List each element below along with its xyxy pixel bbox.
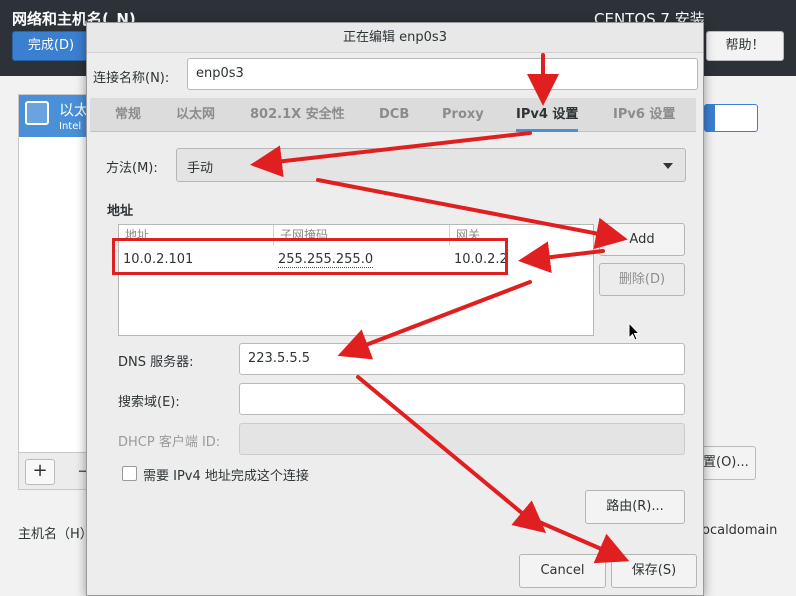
method-label: 方法(M): [106, 161, 158, 176]
save-button[interactable]: 保存(S) [611, 554, 697, 588]
chevron-down-icon [663, 163, 673, 169]
toggle-on-indicator [705, 105, 715, 131]
hostname-label: 主机名（H） [18, 527, 93, 542]
cancel-button[interactable]: Cancel [519, 554, 606, 588]
device-label: 以太 [59, 101, 90, 119]
delete-address-button[interactable]: 删除(D) [599, 263, 685, 296]
gateway-cell[interactable]: 10.0.2.2 [454, 252, 508, 267]
settings-tabs: 常规 以太网 802.1X 安全性 DCB Proxy IPv4 设置 IPv6… [90, 98, 696, 132]
add-device-button[interactable]: + [25, 459, 55, 485]
column-header-netmask[interactable]: 子网掩码 [274, 225, 450, 245]
dns-servers-input[interactable]: 223.5.5.5 [239, 343, 685, 375]
active-tab-indicator [516, 129, 579, 132]
method-select[interactable]: 手动 [176, 148, 686, 182]
dhcp-client-id-input[interactable] [239, 423, 685, 455]
search-domains-input[interactable] [239, 383, 685, 415]
device-list-item-ethernet[interactable]: 以太 Intel [19, 95, 91, 137]
address-cell[interactable]: 10.0.2.101 [123, 252, 193, 267]
connection-name-input[interactable]: enp0s3 [187, 58, 698, 90]
tab-general[interactable]: 常规 [115, 98, 141, 132]
addresses-table: 地址 子网掩码 网关 10.0.2.101 255.255.255.0 10.0… [118, 224, 594, 336]
addresses-heading: 地址 [107, 204, 134, 219]
dialog-title: 正在编辑 enp0s3 [87, 23, 703, 53]
device-sublabel: Intel [59, 121, 82, 132]
require-ipv4-label: 需要 IPv4 地址完成这个连接 [143, 469, 309, 484]
network-device-icon [25, 101, 49, 125]
tab-ethernet[interactable]: 以太网 [176, 98, 215, 132]
done-button[interactable]: 完成(D) [12, 31, 90, 61]
tab-dcb[interactable]: DCB [379, 98, 409, 132]
dns-servers-label: DNS 服务器: [118, 355, 194, 370]
dhcp-client-id-label: DHCP 客户端 ID: [118, 435, 221, 450]
method-value: 手动 [187, 161, 214, 176]
tab-8021x-security[interactable]: 802.1X 安全性 [250, 98, 345, 132]
column-header-gateway[interactable]: 网关 [450, 225, 593, 245]
tab-ipv4-label: IPv4 设置 [516, 107, 579, 122]
help-button[interactable]: 帮助！ [706, 31, 784, 61]
netmask-cell[interactable]: 255.255.255.0 [278, 252, 374, 268]
edit-connection-dialog: 正在编辑 enp0s3 连接名称(N): enp0s3 常规 以太网 802.1… [86, 22, 704, 596]
routes-button[interactable]: 路由(R)... [585, 490, 685, 524]
current-hostname: ocaldomain [702, 523, 778, 538]
connection-name-label: 连接名称(N): [93, 71, 170, 86]
configure-button[interactable]: 置(O)... [700, 446, 756, 480]
add-address-button[interactable]: Add [599, 223, 685, 256]
tab-proxy[interactable]: Proxy [442, 98, 484, 132]
search-domains-label: 搜索域(E): [118, 395, 180, 410]
mouse-cursor-icon [628, 322, 640, 341]
tab-ipv6-settings[interactable]: IPv6 设置 [613, 98, 675, 132]
device-list: 以太 Intel [18, 94, 91, 490]
column-header-address[interactable]: 地址 [119, 225, 274, 245]
tab-ipv4-settings[interactable]: IPv4 设置 [516, 98, 579, 132]
connection-toggle[interactable] [704, 104, 758, 132]
require-ipv4-checkbox[interactable] [122, 466, 137, 481]
device-list-toolbar: + − [18, 452, 92, 490]
